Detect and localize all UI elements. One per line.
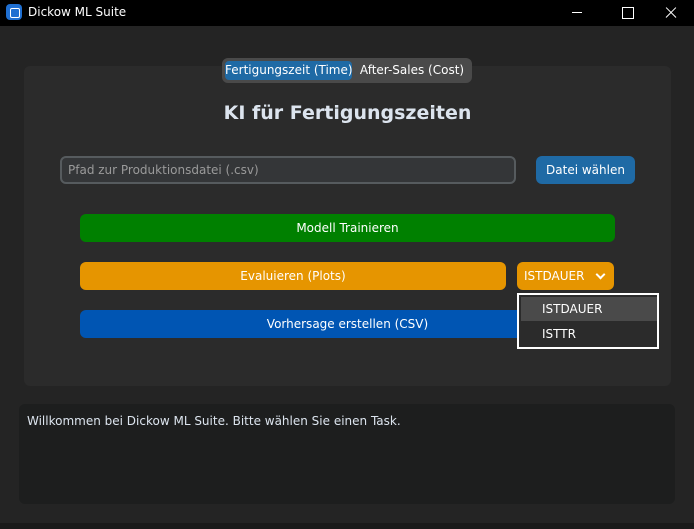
target-dropdown-menu: ISTDAUER ISTTR <box>517 293 659 349</box>
target-select[interactable]: ISTDAUER <box>517 262 614 290</box>
page-title: KI für Fertigungszeiten <box>223 102 472 124</box>
log-message: Willkommen bei Dickow ML Suite. Bitte wä… <box>27 414 401 428</box>
title-bar: Dickow ML Suite <box>0 0 694 26</box>
file-path-input[interactable] <box>60 156 516 184</box>
target-select-value: ISTDAUER <box>524 269 585 283</box>
dropdown-option-istdauer[interactable]: ISTDAUER <box>521 297 657 321</box>
log-textbox[interactable]: Willkommen bei Dickow ML Suite. Bitte wä… <box>19 404 675 504</box>
dropdown-option-isttr[interactable]: ISTTR <box>521 322 657 346</box>
bottom-edge <box>0 523 694 529</box>
train-model-button[interactable]: Modell Trainieren <box>80 214 615 242</box>
app-window-icon <box>6 4 22 20</box>
tab-bar: Fertigungszeit (Time) After-Sales (Cost) <box>222 58 472 83</box>
tab-fertigungszeit[interactable]: Fertigungszeit (Time) <box>225 61 353 80</box>
window-title: Dickow ML Suite <box>28 5 127 19</box>
evaluate-button[interactable]: Evaluieren (Plots) <box>80 262 506 290</box>
tab-after-sales[interactable]: After-Sales (Cost) <box>354 61 470 80</box>
minimize-icon[interactable] <box>554 0 600 26</box>
close-icon[interactable] <box>648 0 694 26</box>
choose-file-button[interactable]: Datei wählen <box>536 156 635 184</box>
maximize-icon[interactable] <box>604 0 650 26</box>
chevron-down-icon <box>595 269 606 280</box>
